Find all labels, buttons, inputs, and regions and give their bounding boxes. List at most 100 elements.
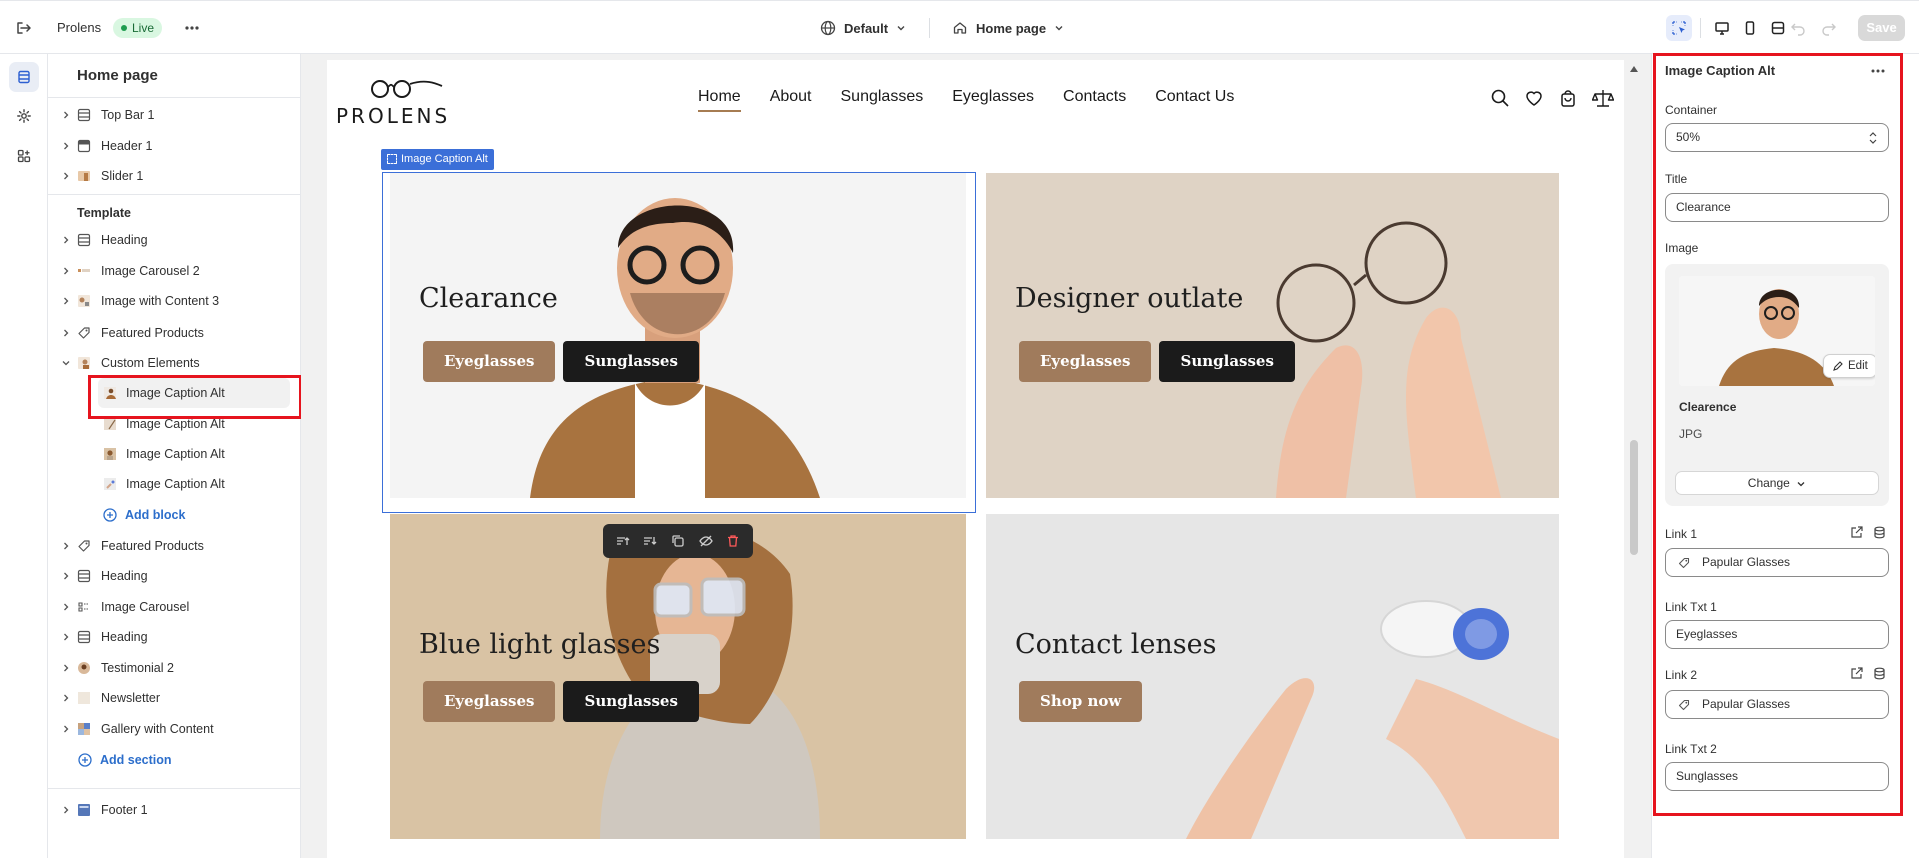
tree-item-heading-2[interactable]: Heading: [48, 565, 288, 587]
section-icon: [77, 569, 91, 583]
tree-item-image-carousel[interactable]: Image Carousel: [48, 596, 288, 618]
desktop-view-button[interactable]: [1709, 15, 1735, 41]
heart-icon[interactable]: [1524, 88, 1544, 108]
redo-icon[interactable]: [1819, 18, 1839, 38]
chevron-right-icon: [64, 172, 69, 180]
nav-eyeglasses[interactable]: Eyeglasses: [952, 88, 1034, 106]
preview-scrollbar[interactable]: [1627, 60, 1641, 858]
save-button[interactable]: Save: [1858, 15, 1905, 41]
hide-icon[interactable]: [698, 533, 714, 549]
nav-about[interactable]: About: [770, 88, 812, 106]
tree-item-heading[interactable]: Heading: [48, 229, 288, 251]
bag-icon[interactable]: [1558, 88, 1578, 108]
theme-settings-button[interactable]: [9, 101, 39, 131]
move-up-icon[interactable]: [615, 533, 631, 549]
sections-tree: Home page Top Bar 1 Header 1 Slider 1 Te…: [48, 54, 307, 858]
tree-item-newsletter[interactable]: Newsletter: [48, 687, 288, 709]
section-icon: [77, 630, 91, 644]
caption-card-designer-outlate[interactable]: Designer outlate Eyeglasses Sunglasses: [986, 173, 1559, 498]
add-section-link[interactable]: Add section: [78, 753, 172, 767]
more-options-icon[interactable]: [182, 18, 202, 38]
apps-button[interactable]: [9, 141, 39, 171]
undo-icon[interactable]: [1788, 18, 1808, 38]
tree-item-custom-elements[interactable]: Custom Elements: [48, 352, 288, 374]
eyeglasses-button[interactable]: Eyeglasses: [423, 681, 556, 722]
tree-item-heading-3[interactable]: Heading: [48, 626, 288, 648]
plus-circle-icon: [103, 508, 117, 522]
mobile-view-button[interactable]: [1737, 15, 1763, 41]
nav-sunglasses[interactable]: Sunglasses: [841, 88, 924, 106]
chevron-right-icon: [64, 142, 69, 150]
icon-rail: [0, 54, 48, 858]
chevron-down-icon: [62, 361, 70, 366]
tree-item-slider[interactable]: Slider 1: [48, 165, 288, 187]
add-block-link[interactable]: Add block: [103, 508, 185, 522]
tree-item-label: Heading: [101, 630, 148, 644]
divider: [929, 18, 930, 38]
tag-icon: [78, 327, 90, 339]
tree-item-featured-products-2[interactable]: Featured Products: [48, 535, 288, 557]
chevron-right-icon: [64, 603, 69, 611]
selected-block-tag: Image Caption Alt: [381, 149, 494, 170]
sunglasses-button[interactable]: Sunglasses: [1159, 341, 1295, 382]
tree-item-image-carousel-2[interactable]: Image Carousel 2: [48, 260, 288, 282]
move-down-icon[interactable]: [642, 533, 658, 549]
slider-thumbnail-icon: [78, 171, 90, 181]
testimonial-thumbnail-icon: [78, 662, 90, 674]
site-logo[interactable]: PROLENS: [336, 72, 461, 128]
exit-icon[interactable]: [14, 18, 34, 38]
delete-icon[interactable]: [725, 533, 741, 549]
tag-icon: [78, 540, 90, 552]
tree-item-footer[interactable]: Footer 1: [48, 799, 288, 821]
tree-item-image-with-content-3[interactable]: Image with Content 3: [48, 290, 288, 312]
home-icon: [953, 22, 967, 34]
desktop-icon: [1715, 22, 1729, 35]
shop-now-button[interactable]: Shop now: [1019, 681, 1143, 722]
eyeglasses-button[interactable]: Eyeglasses: [1019, 341, 1152, 382]
card-photo: [390, 514, 966, 839]
tree-item-gallery-with-content[interactable]: Gallery with Content: [48, 718, 288, 740]
compare-icon[interactable]: [1592, 88, 1614, 108]
theme-selector[interactable]: Default: [820, 16, 906, 40]
chevron-right-icon: [64, 236, 69, 244]
tree-item-top-bar[interactable]: Top Bar 1: [48, 104, 288, 126]
scrollbar-thumb[interactable]: [1630, 440, 1638, 555]
page-selector[interactable]: Home page: [952, 16, 1064, 40]
tree-item-label: Image Caption Alt: [126, 477, 225, 491]
tree-item-image-caption-alt-3[interactable]: Image Caption Alt: [48, 443, 288, 465]
sunglasses-button[interactable]: Sunglasses: [563, 681, 699, 722]
divider: [48, 97, 300, 98]
tree-item-testimonial-2[interactable]: Testimonial 2: [48, 657, 288, 679]
tree-item-featured-products[interactable]: Featured Products: [48, 322, 288, 344]
sections-button[interactable]: [9, 62, 39, 92]
caption-card-blue-light-glasses[interactable]: Blue light glasses Eyeglasses Sunglasses: [390, 514, 966, 839]
duplicate-icon[interactable]: [670, 533, 686, 549]
card-photo: [986, 173, 1559, 498]
image-content-thumbnail-icon: [78, 295, 90, 307]
nav-contacts[interactable]: Contacts: [1063, 88, 1126, 106]
tree-item-label: Slider 1: [101, 169, 144, 183]
live-status-label: Live: [132, 21, 155, 35]
logo-text: PROLENS: [336, 104, 451, 128]
block-floating-toolbar: [603, 524, 753, 558]
caption-card-contact-lenses[interactable]: Contact lenses Shop now: [986, 514, 1559, 839]
tree-item-header[interactable]: Header 1: [48, 135, 288, 157]
globe-icon: [820, 20, 836, 36]
nav-contact-us[interactable]: Contact Us: [1155, 88, 1234, 106]
tree-item-label: Top Bar 1: [101, 108, 155, 122]
scroll-up-icon[interactable]: [1630, 66, 1638, 72]
tree-item-image-caption-alt-4[interactable]: Image Caption Alt: [48, 473, 288, 495]
carousel-thumbnail-icon: [78, 269, 90, 272]
tree-item-label: Image with Content 3: [101, 294, 220, 308]
add-block-label: Add block: [125, 508, 186, 522]
select-frame-icon: [387, 154, 397, 164]
select-mode-button[interactable]: [1666, 15, 1692, 41]
theme-label: Default: [844, 20, 889, 36]
card-buttons: Shop now: [1019, 681, 1143, 722]
nav-home[interactable]: Home: [698, 88, 741, 112]
selected-item-highlight: [88, 375, 302, 419]
image-caption-thumbnail-icon: [104, 448, 116, 460]
search-icon[interactable]: [1490, 88, 1510, 108]
layers-icon: [18, 70, 30, 84]
tree-item-label: Image Caption Alt: [126, 447, 225, 461]
